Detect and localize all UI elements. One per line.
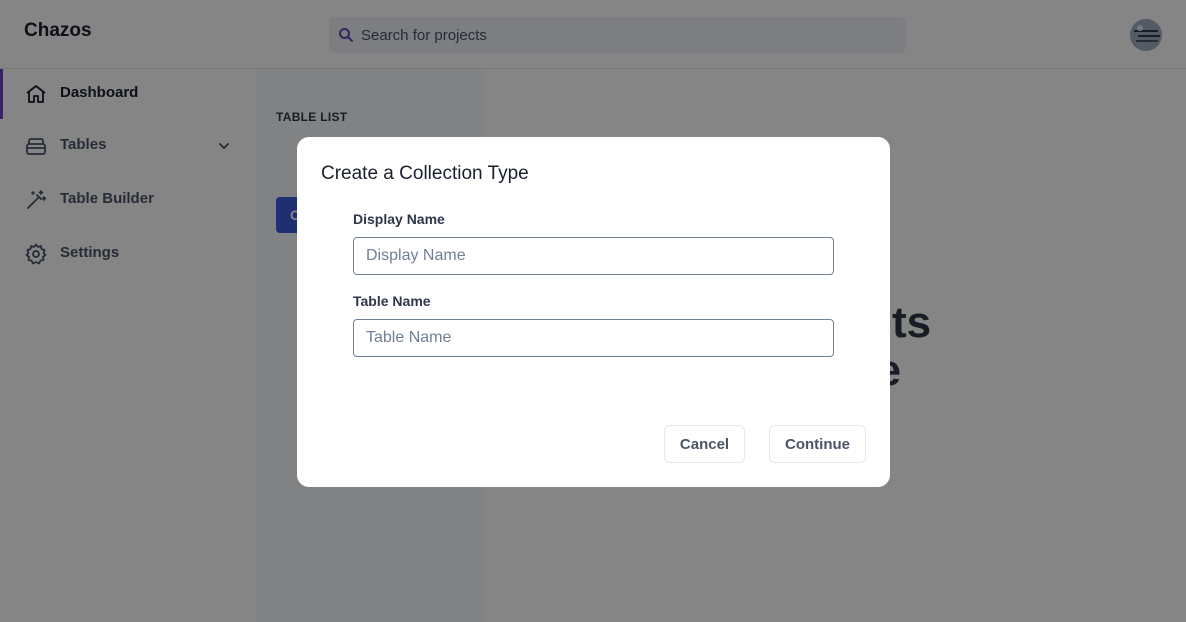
continue-button[interactable]: Continue bbox=[769, 425, 866, 463]
cancel-button[interactable]: Cancel bbox=[664, 425, 745, 463]
table-name-field[interactable] bbox=[353, 319, 834, 357]
display-name-label: Display Name bbox=[353, 211, 445, 227]
modal-title: Create a Collection Type bbox=[321, 163, 529, 184]
create-collection-modal: Create a Collection Type Display Name Ta… bbox=[297, 137, 890, 487]
table-name-label: Table Name bbox=[353, 293, 431, 309]
display-name-field[interactable] bbox=[353, 237, 834, 275]
